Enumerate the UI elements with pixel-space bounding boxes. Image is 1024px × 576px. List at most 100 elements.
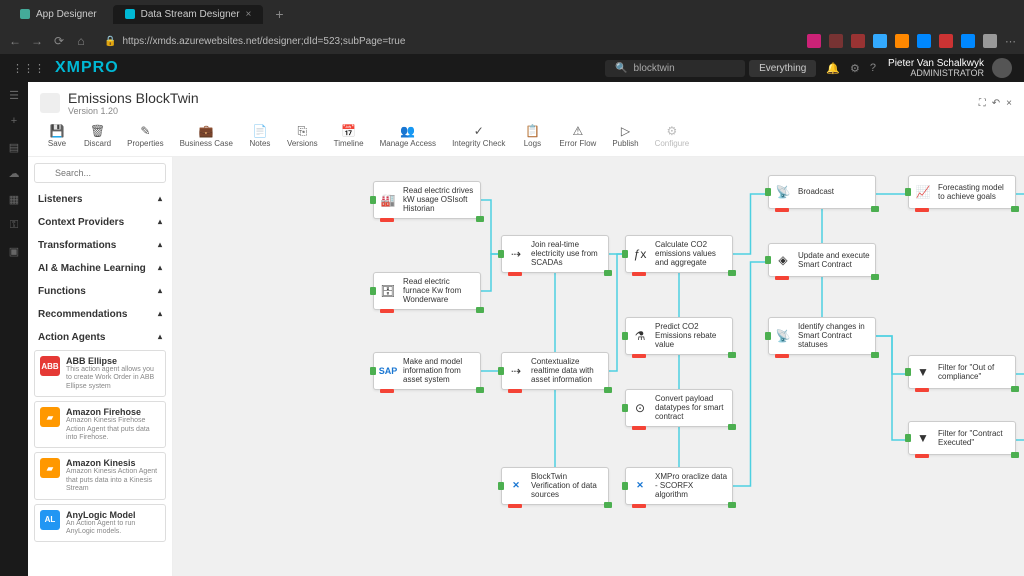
undo-icon[interactable]: ↶ xyxy=(992,98,1000,109)
port-out[interactable] xyxy=(1011,206,1019,212)
port-out[interactable] xyxy=(476,216,484,222)
flow-node[interactable]: SAPMake and model information from asset… xyxy=(373,352,481,390)
port-out[interactable] xyxy=(871,274,879,280)
rail-calendar-icon[interactable]: ▣ xyxy=(7,244,21,258)
ext-icon[interactable] xyxy=(961,34,975,48)
rail-chart-icon[interactable]: ▦ xyxy=(7,192,21,206)
toolbar-discard[interactable]: 🗑Discard xyxy=(78,122,117,150)
port-in[interactable] xyxy=(622,482,628,490)
expand-icon[interactable]: ⛶ xyxy=(979,98,986,109)
port-in[interactable] xyxy=(622,404,628,412)
port-in[interactable] xyxy=(622,250,628,258)
ext-icon[interactable] xyxy=(829,34,843,48)
flow-node[interactable]: ✕XMPro oraclize data - SCORFX algorithm xyxy=(625,467,733,505)
more-icon[interactable]: ⋯ xyxy=(1005,35,1016,48)
toolbar-properties[interactable]: ✎Properties xyxy=(121,122,169,150)
search-scope-dropdown[interactable]: Everything xyxy=(749,60,816,77)
flow-node[interactable]: 📈Forecasting model to achieve goals xyxy=(908,175,1016,209)
toolbar-notes[interactable]: 📄Notes xyxy=(243,122,277,150)
agent-item[interactable]: ABBABB EllipseThis action agent allows y… xyxy=(34,350,166,397)
ext-icon[interactable] xyxy=(983,34,997,48)
avatar[interactable] xyxy=(992,58,1012,78)
port-in[interactable] xyxy=(905,434,911,442)
rail-list-icon[interactable]: ▤ xyxy=(7,140,21,154)
port-out[interactable] xyxy=(604,270,612,276)
accordion-header[interactable]: Transformations▴ xyxy=(34,235,166,256)
canvas[interactable]: 🏭Read electric drives kW usage OSIsoft H… xyxy=(173,157,1024,576)
port-in[interactable] xyxy=(622,332,628,340)
port-in[interactable] xyxy=(498,250,504,258)
flow-node[interactable]: ƒxCalculate CO2 emissions values and agg… xyxy=(625,235,733,273)
ext-icon[interactable] xyxy=(851,34,865,48)
port-out[interactable] xyxy=(728,424,736,430)
port-in[interactable] xyxy=(498,482,504,490)
port-out[interactable] xyxy=(728,502,736,508)
ext-icon[interactable] xyxy=(939,34,953,48)
port-in[interactable] xyxy=(765,256,771,264)
port-out[interactable] xyxy=(1011,452,1019,458)
gear-icon[interactable]: ⚙ xyxy=(850,62,860,75)
close-icon[interactable]: × xyxy=(246,9,252,20)
toolbar-error-flow[interactable]: ⚠Error Flow xyxy=(553,122,602,150)
flow-node[interactable]: ⇢Contextualize realtime data with asset … xyxy=(501,352,609,390)
toolbar-integrity-check[interactable]: ✓Integrity Check xyxy=(446,122,511,150)
port-in[interactable] xyxy=(765,332,771,340)
accordion-header[interactable]: Action Agents▴ xyxy=(34,327,166,348)
flow-node[interactable]: ✕BlockTwin Verification of data sources xyxy=(501,467,609,505)
flow-node[interactable]: 📡Broadcast xyxy=(768,175,876,209)
browser-tab[interactable]: App Designer xyxy=(8,5,109,24)
ext-icon[interactable] xyxy=(807,34,821,48)
accordion-header[interactable]: Functions▴ xyxy=(34,281,166,302)
toolbar-timeline[interactable]: 📅Timeline xyxy=(328,122,370,150)
new-tab-button[interactable]: + xyxy=(267,6,291,22)
flow-node[interactable]: ▼Filter for "Contract Executed" xyxy=(908,421,1016,455)
port-out[interactable] xyxy=(871,352,879,358)
accordion-header[interactable]: Recommendations▴ xyxy=(34,304,166,325)
flow-node[interactable]: ◈Update and execute Smart Contract xyxy=(768,243,876,277)
port-in[interactable] xyxy=(905,368,911,376)
help-icon[interactable]: ? xyxy=(870,62,876,75)
rail-key-icon[interactable]: ⚿ xyxy=(7,218,21,232)
flow-node[interactable]: ▼Filter for "Out of compliance" xyxy=(908,355,1016,389)
accordion-header[interactable]: Listeners▴ xyxy=(34,189,166,210)
url-bar[interactable]: 🔒 https://xmds.azurewebsites.net/designe… xyxy=(96,36,799,47)
bell-icon[interactable]: 🔔 xyxy=(826,62,840,75)
global-search[interactable]: 🔍 blocktwin xyxy=(605,60,745,77)
ext-icon[interactable] xyxy=(895,34,909,48)
app-grid-icon[interactable]: ⋮⋮⋮ xyxy=(12,62,45,75)
port-out[interactable] xyxy=(728,352,736,358)
accordion-header[interactable]: AI & Machine Learning▴ xyxy=(34,258,166,279)
port-in[interactable] xyxy=(765,188,771,196)
accordion-header[interactable]: Context Providers▴ xyxy=(34,212,166,233)
close-icon[interactable]: × xyxy=(1006,98,1012,109)
ext-icon[interactable] xyxy=(917,34,931,48)
sidebar-search-input[interactable] xyxy=(34,163,166,183)
toolbar-manage-access[interactable]: 👥Manage Access xyxy=(374,122,442,150)
port-in[interactable] xyxy=(370,196,376,204)
rail-home-icon[interactable]: ☰ xyxy=(7,88,21,102)
port-out[interactable] xyxy=(476,307,484,313)
flow-node[interactable]: ⊙Convert payload datatypes for smart con… xyxy=(625,389,733,427)
port-in[interactable] xyxy=(905,188,911,196)
toolbar-publish[interactable]: ▷Publish xyxy=(606,122,644,150)
port-out[interactable] xyxy=(871,206,879,212)
flow-node[interactable]: 📡Identify changes in Smart Contract stat… xyxy=(768,317,876,355)
rail-cloud-icon[interactable]: ☁ xyxy=(7,166,21,180)
agent-item[interactable]: ▰Amazon FirehoseAmazon Kinesis Firehose … xyxy=(34,401,166,448)
port-out[interactable] xyxy=(604,502,612,508)
port-in[interactable] xyxy=(370,287,376,295)
port-out[interactable] xyxy=(1011,386,1019,392)
port-out[interactable] xyxy=(604,387,612,393)
toolbar-logs[interactable]: 📋Logs xyxy=(515,122,549,150)
toolbar-save[interactable]: 💾Save xyxy=(40,122,74,150)
back-icon[interactable]: ← xyxy=(8,34,22,48)
rail-add-icon[interactable]: + xyxy=(7,114,21,128)
forward-icon[interactable]: → xyxy=(30,34,44,48)
toolbar-business-case[interactable]: 💼Business Case xyxy=(174,122,239,150)
home-icon[interactable]: ⌂ xyxy=(74,34,88,48)
toolbar-versions[interactable]: ⎘Versions xyxy=(281,122,324,150)
port-in[interactable] xyxy=(498,367,504,375)
flow-node[interactable]: 🏭Read electric drives kW usage OSIsoft H… xyxy=(373,181,481,219)
agent-item[interactable]: ALAnyLogic ModelAn Action Agent to run A… xyxy=(34,504,166,543)
port-out[interactable] xyxy=(728,270,736,276)
